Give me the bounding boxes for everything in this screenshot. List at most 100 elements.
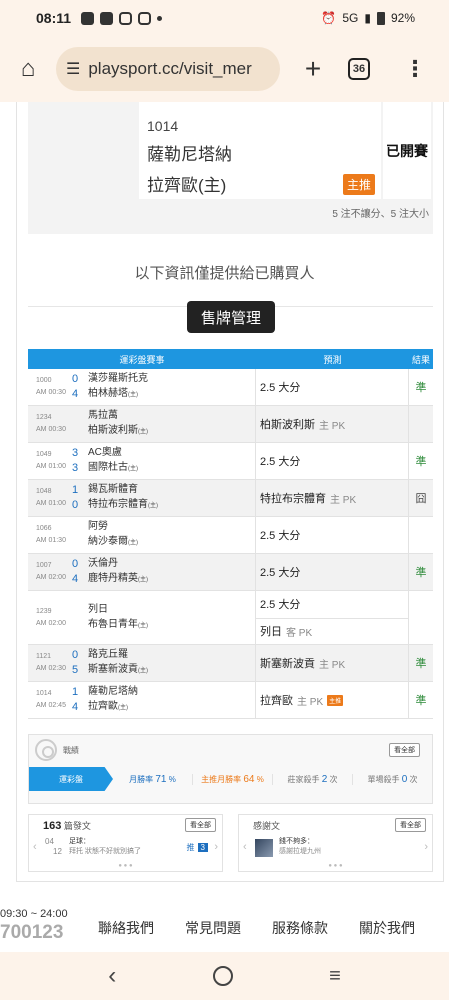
table-row[interactable]: 1014 AM 02:45 1 4 薩勒尼塔納 拉齊歐(主) 拉齊歐主 PK 主推準 xyxy=(28,682,433,719)
youtube-icon xyxy=(81,11,95,25)
match-info: 1121 AM 02:30 0 5 路克丘羅 斯塞新波貢(主) xyxy=(28,645,256,681)
thanks-thumbnail xyxy=(255,839,273,857)
table-row[interactable]: 1000 AM 00:30 0 4 漢莎羅斯托克 柏林赫塔(主) 2.5 大分準 xyxy=(28,369,433,406)
record-panel: 戰績 看全部 運彩盤 月勝率 71 % 主推月勝率 64 % 莊家殺手 2 次 … xyxy=(28,734,433,804)
team1-name: 薩勒尼塔納 xyxy=(88,686,138,697)
footer-link-faq[interactable]: 常見問題 xyxy=(185,918,241,938)
result-cell xyxy=(409,517,433,553)
url-text[interactable]: playsport.cc/visit_mer xyxy=(88,59,260,79)
alarm-icon: ⏰ xyxy=(321,11,337,25)
footer-link-about[interactable]: 關於我們 xyxy=(359,918,415,938)
chevron-left-icon[interactable]: ‹ xyxy=(33,841,37,853)
match-meta: 1121 AM 02:30 xyxy=(28,651,68,675)
score-team2: 5 xyxy=(71,664,79,676)
table-row[interactable]: 1049 AM 01:00 3 3 AC奧盧 國際杜古(主) 2.5 大分準 xyxy=(28,443,433,480)
more-dot-icon xyxy=(157,15,163,21)
match-teams: 路克丘羅 斯塞新波貢(主) xyxy=(82,647,148,679)
thanks-preview[interactable]: 錢不夠多： 感謝拉堤九州 xyxy=(279,837,321,857)
home-circle-icon[interactable] xyxy=(212,966,233,986)
table-row[interactable]: 1066 AM 01:30 阿勞 納沙泰爾(主) 2.5 大分 xyxy=(28,517,433,554)
match-time: AM 00:30 xyxy=(36,389,66,396)
post-day: 12 xyxy=(53,847,62,856)
prediction-text: 柏斯波利斯 xyxy=(260,419,315,431)
chevron-left-icon[interactable]: ‹ xyxy=(243,841,247,853)
footer-link-contact[interactable]: 聯絡我們 xyxy=(98,918,154,938)
match-meta: 1007 AM 02:00 xyxy=(28,560,68,584)
team2-name: 特拉布宗體育 xyxy=(88,499,148,510)
match-time: AM 02:45 xyxy=(36,702,66,709)
prediction-line: 特拉布宗體育主 PK xyxy=(256,480,408,516)
table-row[interactable]: 1234 AM 00:30 馬拉萬 柏斯波利斯(主) 柏斯波利斯主 PK xyxy=(28,406,433,443)
posts-see-all-button[interactable]: 看全部 xyxy=(185,818,216,832)
team1-name: 錫瓦斯體育 xyxy=(88,484,138,495)
chevron-right-icon[interactable]: › xyxy=(214,841,218,853)
instagram-icon xyxy=(119,11,133,25)
team2-name: 斯塞新波貢 xyxy=(88,664,138,675)
prediction-line: 柏斯波利斯主 PK xyxy=(256,406,408,442)
match-meta: 1014 AM 02:45 xyxy=(28,688,68,712)
match-time: AM 01:30 xyxy=(36,537,66,544)
record-see-all-button[interactable]: 看全部 xyxy=(389,743,420,757)
match-meta: 1234 AM 00:30 xyxy=(28,412,68,436)
match-teams: 漢莎羅斯托克 柏林赫塔(主) xyxy=(82,371,148,403)
table-body: 1000 AM 00:30 0 4 漢莎羅斯托克 柏林赫塔(主) 2.5 大分準 1234 AM… xyxy=(28,369,433,719)
team1-name: 阿勞 xyxy=(88,521,108,532)
prediction-text: 特拉布宗體育 xyxy=(260,493,326,505)
prediction-type: 主 PK xyxy=(319,659,346,671)
post-preview[interactable]: 足球： 拜托 狀態不好就別搞了 xyxy=(69,837,141,857)
site-footer: 09:30 ~ 24:00 700123 聯絡我們 常見問題 服務條款 關於我們 xyxy=(0,902,449,950)
browser-menu-button[interactable]: ⋮ xyxy=(404,58,426,80)
score-team2: 0 xyxy=(71,499,79,511)
match-status: 已開賽 xyxy=(383,102,431,199)
monthly-win-rate: 月勝率 71 % xyxy=(113,773,193,785)
back-icon[interactable]: ‹ xyxy=(108,962,116,990)
result-cell: 準 xyxy=(415,695,427,707)
sales-management-button[interactable]: 售牌管理 xyxy=(187,301,275,333)
recent-apps-icon[interactable]: ≡ xyxy=(329,965,341,988)
match-meta: 1066 AM 01:30 xyxy=(28,523,68,547)
score-team1: 1 xyxy=(71,484,79,496)
score-team2: 4 xyxy=(71,573,79,585)
table-row[interactable]: 1121 AM 02:30 0 5 路克丘羅 斯塞新波貢(主) 斯塞新波貢主 PK 準 xyxy=(28,645,433,682)
table-header: 運彩盤賽事 預測 結果 xyxy=(28,349,433,369)
prediction-cell: 2.5 大分 xyxy=(256,517,409,553)
team1-name: 漢莎羅斯托克 xyxy=(88,373,148,384)
match-info: 1000 AM 00:30 0 4 漢莎羅斯托克 柏林赫塔(主) xyxy=(28,369,256,405)
browser-toolbar: ⌂ ☰ playsport.cc/visit_mer + 36 ⋮ xyxy=(0,36,449,102)
match-id: 1121 xyxy=(36,653,52,660)
match-id: 1014 xyxy=(36,690,52,697)
site-settings-icon[interactable]: ☰ xyxy=(66,59,80,79)
buyers-only-notice: 以下資訊僅提供給已購買人 xyxy=(134,265,315,282)
chevron-right-icon[interactable]: › xyxy=(424,841,428,853)
posts-card: 163 篇發文 看全部 ‹ 04 12 足球： 拜托 狀態不好就別搞了 推3 ›… xyxy=(28,814,223,872)
bookie-killer-stat: 莊家殺手 2 次 xyxy=(273,773,353,785)
match-id: 1239 xyxy=(36,607,52,615)
match-scores: 33 xyxy=(68,446,82,476)
post-count-label: 篇發文 xyxy=(63,821,91,831)
table-row[interactable]: 1007 AM 02:00 0 4 沃倫丹 鹿特丹精英(主) 2.5 大分準 xyxy=(28,554,433,591)
table-row[interactable]: 1048 AM 01:00 1 0 錫瓦斯體育 特拉布宗體育(主) 特拉布宗體育主 PK 囧 xyxy=(28,480,433,517)
team2-name: 布魯日青年 xyxy=(88,618,138,630)
match-teams: 錫瓦斯體育 特拉布宗體育(主) xyxy=(82,482,158,514)
footer-link-terms[interactable]: 服務條款 xyxy=(272,918,328,938)
prediction-type: 主 PK xyxy=(297,696,324,708)
match-id: 1000 xyxy=(36,377,52,384)
record-category-tab[interactable]: 運彩盤 xyxy=(29,767,113,791)
prediction-line: 2.5 大分 xyxy=(256,554,408,590)
pick-count-note: 5 注不讓分、5 注大小 xyxy=(332,209,429,220)
result-cell: 準 xyxy=(415,382,427,394)
tab-switcher-button[interactable]: 36 xyxy=(348,58,370,80)
single-game-killer-stat: 單場殺手 0 次 xyxy=(353,774,432,785)
push-value: 3 xyxy=(197,843,208,852)
prediction-line: 2.5 大分 xyxy=(256,369,408,405)
thanks-see-all-button[interactable]: 看全部 xyxy=(395,818,426,832)
main-pick-badge: 主推 xyxy=(342,174,375,195)
match-info: 1048 AM 01:00 1 0 錫瓦斯體育 特拉布宗體育(主) xyxy=(28,480,256,516)
team2-name: 柏林赫塔 xyxy=(88,388,128,399)
address-bar[interactable]: ☰ playsport.cc/visit_mer xyxy=(56,47,280,91)
new-tab-button[interactable]: + xyxy=(298,53,328,85)
home-button[interactable]: ⌂ xyxy=(0,55,56,83)
table-row[interactable]: 1239 AM 02:00 列日 布魯日青年(主) 2.5 大分 列日客 PK xyxy=(28,591,433,645)
team1-name: 路克丘羅 xyxy=(88,649,128,660)
target-icon xyxy=(35,739,57,761)
